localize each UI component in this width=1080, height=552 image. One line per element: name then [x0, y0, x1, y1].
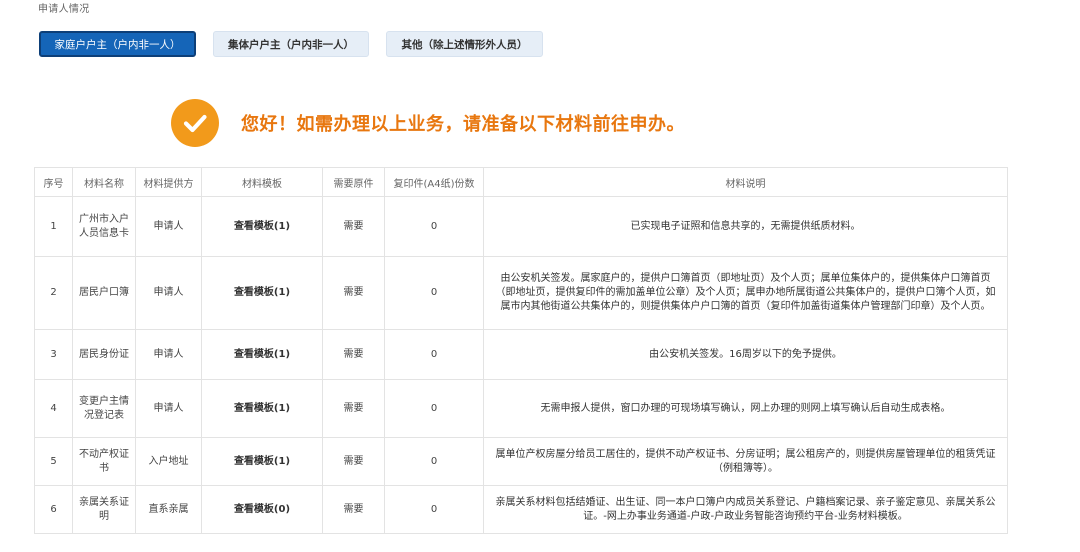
view-template-link[interactable]: 查看模板(1) — [201, 329, 323, 380]
cell-name: 亲属关系证明 — [72, 485, 136, 534]
table-row: 1 广州市入户人员信息卡 申请人 查看模板(1) 需要 0 已实现电子证照和信息… — [34, 196, 1008, 257]
cell-copies: 0 — [384, 485, 484, 534]
cell-name: 居民身份证 — [72, 329, 136, 380]
view-template-link[interactable]: 查看模板(1) — [201, 437, 323, 486]
cell-seq: 2 — [34, 256, 73, 330]
cell-desc: 属单位产权房屋分给员工居住的，提供不动产权证书、分房证明；属公租房产的，则提供房… — [483, 437, 1008, 486]
cell-name: 广州市入户人员信息卡 — [72, 196, 136, 257]
cell-original: 需要 — [322, 437, 385, 486]
cell-original: 需要 — [322, 196, 385, 257]
cell-provider: 直系亲属 — [135, 485, 202, 534]
header-seq: 序号 — [34, 167, 73, 197]
cell-original: 需要 — [322, 379, 385, 438]
table-header-row: 序号 材料名称 材料提供方 材料模板 需要原件 复印件(A4纸)份数 材料说明 — [34, 167, 1008, 197]
check-circle-icon — [171, 99, 219, 147]
table-row: 3 居民身份证 申请人 查看模板(1) 需要 0 由公安机关签发。16周岁以下的… — [34, 329, 1008, 380]
cell-seq: 5 — [34, 437, 73, 486]
cell-desc: 已实现电子证照和信息共享的，无需提供纸质材料。 — [483, 196, 1008, 257]
header-original: 需要原件 — [322, 167, 385, 197]
cell-provider: 申请人 — [135, 256, 202, 330]
view-template-link[interactable]: 查看模板(1) — [201, 256, 323, 330]
tab-household-head[interactable]: 家庭户户主（户内非一人） — [39, 31, 196, 57]
view-template-link[interactable]: 查看模板(1) — [201, 196, 323, 257]
tab-collective-head[interactable]: 集体户户主（户内非一人） — [213, 31, 369, 57]
cell-provider: 申请人 — [135, 196, 202, 257]
cell-copies: 0 — [384, 379, 484, 438]
cell-seq: 4 — [34, 379, 73, 438]
cell-name: 居民户口簿 — [72, 256, 136, 330]
table-row: 6 亲属关系证明 直系亲属 查看模板(0) 需要 0 亲属关系材料包括结婚证、出… — [34, 485, 1008, 534]
cell-original: 需要 — [322, 256, 385, 330]
cell-provider: 申请人 — [135, 329, 202, 380]
header-template: 材料模板 — [201, 167, 323, 197]
cell-desc: 亲属关系材料包括结婚证、出生证、同一本户口簿户内成员关系登记、户籍档案记录、亲子… — [483, 485, 1008, 534]
cell-provider: 入户地址 — [135, 437, 202, 486]
header-provider: 材料提供方 — [135, 167, 202, 197]
cell-seq: 6 — [34, 485, 73, 534]
tab-other[interactable]: 其他（除上述情形外人员） — [386, 31, 543, 57]
applicant-type-tabs: 家庭户户主（户内非一人） 集体户户主（户内非一人） 其他（除上述情形外人员） — [39, 31, 543, 57]
notice-banner: 您好！如需办理以上业务，请准备以下材料前往申办。 — [171, 99, 685, 147]
cell-copies: 0 — [384, 329, 484, 380]
table-row: 2 居民户口簿 申请人 查看模板(1) 需要 0 由公安机关签发。属家庭户的，提… — [34, 256, 1008, 330]
page: 申请人情况 家庭户户主（户内非一人） 集体户户主（户内非一人） 其他（除上述情形… — [0, 0, 1080, 552]
notice-text: 您好！如需办理以上业务，请准备以下材料前往申办。 — [241, 114, 685, 135]
cell-original: 需要 — [322, 329, 385, 380]
cell-seq: 1 — [34, 196, 73, 257]
header-copies: 复印件(A4纸)份数 — [384, 167, 484, 197]
cell-copies: 0 — [384, 256, 484, 330]
cell-copies: 0 — [384, 196, 484, 257]
cell-seq: 3 — [34, 329, 73, 380]
cell-provider: 申请人 — [135, 379, 202, 438]
cell-desc: 由公安机关签发。16周岁以下的免予提供。 — [483, 329, 1008, 380]
materials-table: 序号 材料名称 材料提供方 材料模板 需要原件 复印件(A4纸)份数 材料说明 … — [34, 167, 1008, 534]
view-template-link[interactable]: 查看模板(1) — [201, 379, 323, 438]
table-row: 5 不动产权证书 入户地址 查看模板(1) 需要 0 属单位产权房屋分给员工居住… — [34, 437, 1008, 486]
header-name: 材料名称 — [72, 167, 136, 197]
cell-name: 不动产权证书 — [72, 437, 136, 486]
view-template-link[interactable]: 查看模板(0) — [201, 485, 323, 534]
table-row: 4 变更户主情况登记表 申请人 查看模板(1) 需要 0 无需申报人提供，窗口办… — [34, 379, 1008, 438]
cell-name: 变更户主情况登记表 — [72, 379, 136, 438]
section-title: 申请人情况 — [38, 4, 90, 15]
header-desc: 材料说明 — [483, 167, 1008, 197]
cell-desc: 由公安机关签发。属家庭户的，提供户口簿首页（即地址页）及个人页；属单位集体户的，… — [483, 256, 1008, 330]
cell-copies: 0 — [384, 437, 484, 486]
cell-desc: 无需申报人提供，窗口办理的可现场填写确认，网上办理的则网上填写确认后自动生成表格… — [483, 379, 1008, 438]
cell-original: 需要 — [322, 485, 385, 534]
